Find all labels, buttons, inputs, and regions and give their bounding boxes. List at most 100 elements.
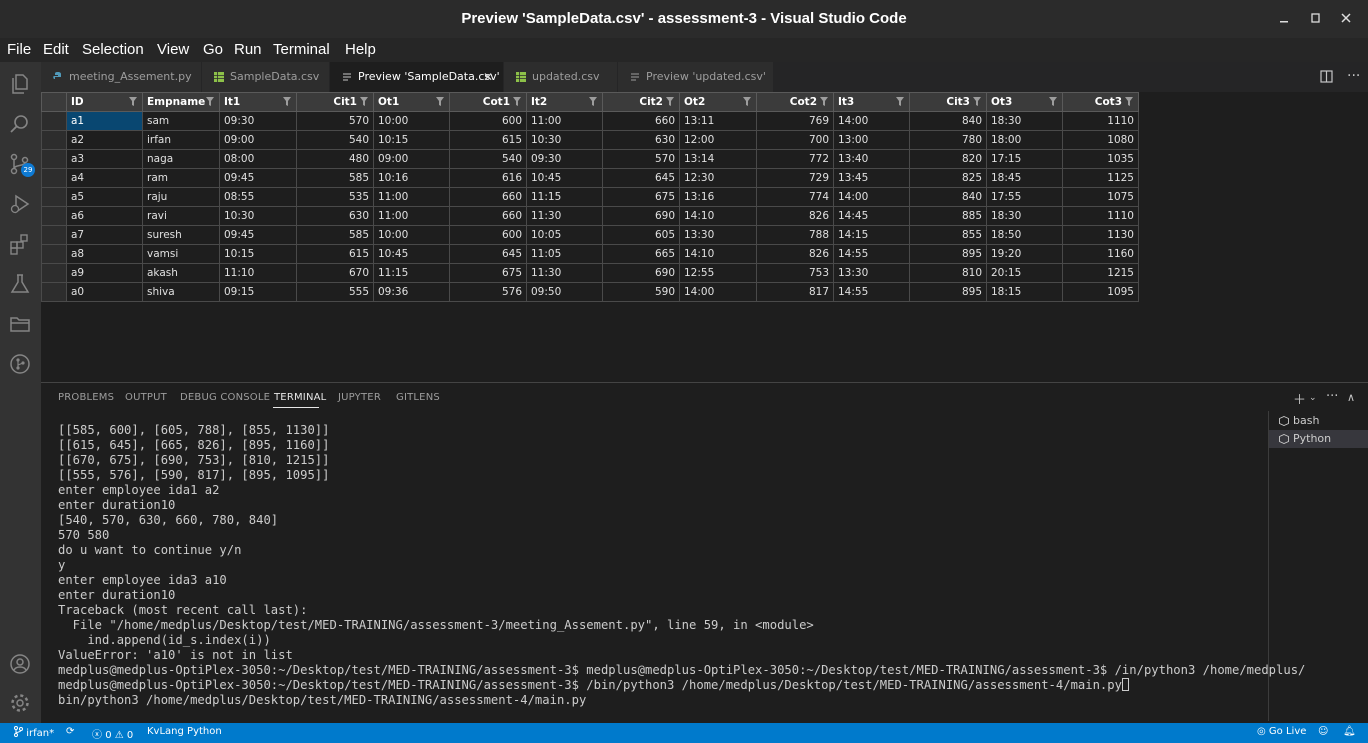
table-cell[interactable]: a0 bbox=[66, 282, 143, 302]
table-cell[interactable]: 576 bbox=[449, 282, 527, 302]
column-header-cot3[interactable]: Cot3 bbox=[1062, 92, 1139, 112]
table-cell[interactable]: 817 bbox=[756, 282, 834, 302]
column-header-cit2[interactable]: Cit2 bbox=[602, 92, 680, 112]
table-cell[interactable]: 675 bbox=[602, 187, 680, 207]
table-cell[interactable]: 645 bbox=[602, 168, 680, 188]
table-cell[interactable]: 09:30 bbox=[219, 111, 297, 131]
table-cell[interactable]: 660 bbox=[602, 111, 680, 131]
table-cell[interactable]: 480 bbox=[296, 149, 374, 169]
table-cell[interactable]: 825 bbox=[909, 168, 987, 188]
table-cell[interactable]: vamsi bbox=[142, 244, 220, 264]
row-header-cell[interactable] bbox=[41, 282, 67, 302]
table-cell[interactable]: 885 bbox=[909, 206, 987, 226]
table-cell[interactable]: 810 bbox=[909, 263, 987, 283]
table-cell[interactable]: 1080 bbox=[1062, 130, 1139, 150]
table-cell[interactable]: a9 bbox=[66, 263, 143, 283]
table-cell[interactable]: 11:15 bbox=[526, 187, 603, 207]
terminal-item-python[interactable]: Python bbox=[1269, 430, 1368, 448]
extensions-icon[interactable] bbox=[8, 232, 32, 256]
column-header-id[interactable]: ID bbox=[66, 92, 143, 112]
table-cell[interactable]: 840 bbox=[909, 111, 987, 131]
table-cell[interactable]: suresh bbox=[142, 225, 220, 245]
close-window-button[interactable] bbox=[1339, 11, 1353, 25]
table-cell[interactable]: 585 bbox=[296, 225, 374, 245]
table-cell[interactable]: 09:15 bbox=[219, 282, 297, 302]
filter-icon[interactable] bbox=[436, 97, 444, 106]
menu-terminal[interactable]: Terminal bbox=[273, 41, 330, 58]
table-cell[interactable]: 09:36 bbox=[373, 282, 450, 302]
table-cell[interactable]: 753 bbox=[756, 263, 834, 283]
search-icon[interactable] bbox=[8, 112, 32, 136]
terminal-output[interactable]: [[585, 600], [605, 788], [855, 1130]] [[6… bbox=[58, 423, 1305, 708]
table-cell[interactable]: 630 bbox=[296, 206, 374, 226]
tab-problems[interactable]: PROBLEMS bbox=[58, 392, 114, 403]
table-cell[interactable]: 14:10 bbox=[679, 206, 757, 226]
table-cell[interactable]: 1095 bbox=[1062, 282, 1139, 302]
gitlens-icon[interactable] bbox=[8, 352, 32, 376]
table-cell[interactable]: 675 bbox=[449, 263, 527, 283]
maximize-panel-icon[interactable]: ∧ bbox=[1347, 391, 1355, 404]
table-cell[interactable]: 769 bbox=[756, 111, 834, 131]
table-cell[interactable]: 788 bbox=[756, 225, 834, 245]
table-cell[interactable]: 540 bbox=[449, 149, 527, 169]
table-cell[interactable]: 1160 bbox=[1062, 244, 1139, 264]
column-header-empname[interactable]: Empname bbox=[142, 92, 220, 112]
tab-gitlens[interactable]: GITLENS bbox=[396, 392, 440, 403]
table-cell[interactable]: 09:45 bbox=[219, 168, 297, 188]
table-cell[interactable]: 10:15 bbox=[219, 244, 297, 264]
table-cell[interactable]: 855 bbox=[909, 225, 987, 245]
filter-icon[interactable] bbox=[513, 97, 521, 106]
table-cell[interactable]: 540 bbox=[296, 130, 374, 150]
table-cell[interactable]: 09:30 bbox=[526, 149, 603, 169]
table-cell[interactable]: 600 bbox=[449, 111, 527, 131]
settings-gear-icon[interactable] bbox=[8, 691, 32, 715]
filter-icon[interactable] bbox=[1049, 97, 1057, 106]
table-cell[interactable]: 700 bbox=[756, 130, 834, 150]
filter-icon[interactable] bbox=[820, 97, 828, 106]
column-header-it2[interactable]: It2 bbox=[526, 92, 603, 112]
table-cell[interactable]: 605 bbox=[602, 225, 680, 245]
table-cell[interactable]: 08:55 bbox=[219, 187, 297, 207]
table-cell[interactable]: 585 bbox=[296, 168, 374, 188]
table-cell[interactable]: 13:00 bbox=[833, 130, 910, 150]
table-cell[interactable]: 826 bbox=[756, 244, 834, 264]
table-cell[interactable]: shiva bbox=[142, 282, 220, 302]
table-cell[interactable]: 13:40 bbox=[833, 149, 910, 169]
table-cell[interactable]: 14:00 bbox=[833, 111, 910, 131]
table-cell[interactable]: 10:45 bbox=[373, 244, 450, 264]
more-panel-actions-icon[interactable]: ··· bbox=[1326, 389, 1338, 404]
table-cell[interactable]: irfan bbox=[142, 130, 220, 150]
table-cell[interactable]: 11:00 bbox=[526, 111, 603, 131]
table-cell[interactable]: 10:15 bbox=[373, 130, 450, 150]
new-terminal-icon[interactable]: ＋ bbox=[1293, 389, 1306, 408]
table-cell[interactable]: 690 bbox=[602, 206, 680, 226]
table-cell[interactable]: 535 bbox=[296, 187, 374, 207]
explorer-icon[interactable] bbox=[8, 72, 32, 96]
row-header-cell[interactable] bbox=[41, 149, 67, 169]
column-header-cit3[interactable]: Cit3 bbox=[909, 92, 987, 112]
tab-preview-sampledata-csv[interactable]: Preview 'SampleData.csv' ✕ bbox=[330, 62, 503, 92]
table-cell[interactable]: 1075 bbox=[1062, 187, 1139, 207]
table-cell[interactable]: 630 bbox=[602, 130, 680, 150]
table-cell[interactable]: 20:15 bbox=[986, 263, 1063, 283]
row-header-cell[interactable] bbox=[41, 244, 67, 264]
column-header-it3[interactable]: It3 bbox=[833, 92, 910, 112]
menu-edit[interactable]: Edit bbox=[43, 41, 69, 58]
table-cell[interactable]: 13:16 bbox=[679, 187, 757, 207]
table-cell[interactable]: 555 bbox=[296, 282, 374, 302]
table-cell[interactable]: 600 bbox=[449, 225, 527, 245]
table-cell[interactable]: 590 bbox=[602, 282, 680, 302]
tab-output[interactable]: OUTPUT bbox=[125, 392, 167, 403]
table-cell[interactable]: 570 bbox=[296, 111, 374, 131]
column-header-ot1[interactable]: Ot1 bbox=[373, 92, 450, 112]
table-cell[interactable]: 09:45 bbox=[219, 225, 297, 245]
menu-file[interactable]: File bbox=[7, 41, 31, 58]
table-cell[interactable]: 18:15 bbox=[986, 282, 1063, 302]
table-cell[interactable]: a3 bbox=[66, 149, 143, 169]
menu-help[interactable]: Help bbox=[345, 41, 376, 58]
table-cell[interactable]: 690 bbox=[602, 263, 680, 283]
column-header-cit1[interactable]: Cit1 bbox=[296, 92, 374, 112]
table-cell[interactable]: 895 bbox=[909, 244, 987, 264]
filter-icon[interactable] bbox=[283, 97, 291, 106]
tab-debug-console[interactable]: DEBUG CONSOLE bbox=[180, 392, 270, 403]
